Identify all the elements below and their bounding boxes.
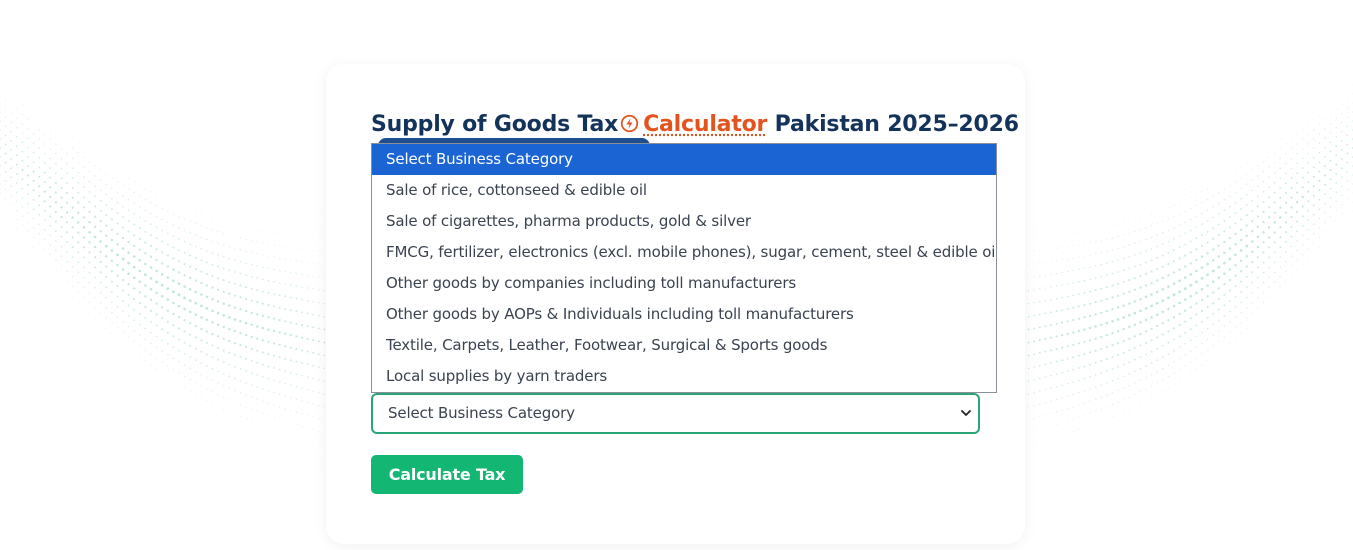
dropdown-option[interactable]: Textile, Carpets, Leather, Footwear, Sur… bbox=[372, 330, 996, 361]
dropdown-option[interactable]: Other goods by AOPs & Individuals includ… bbox=[372, 299, 996, 330]
select-value: Select Business Category bbox=[388, 404, 575, 422]
category-dropdown-list[interactable]: Select Business Category Sale of rice, c… bbox=[371, 143, 997, 393]
dropdown-option[interactable]: FMCG, fertilizer, electronics (excl. mob… bbox=[372, 237, 996, 268]
chevron-down-icon bbox=[961, 410, 971, 416]
dropdown-option[interactable]: Sale of rice, cottonseed & edible oil bbox=[372, 175, 996, 206]
title-suffix: Pakistan 2025–2026 bbox=[774, 112, 1019, 137]
page: Supply of Goods Tax Calculator Pakistan 2… bbox=[0, 0, 1353, 550]
page-title: Supply of Goods Tax Calculator Pakistan 2… bbox=[371, 110, 1019, 140]
dropdown-option[interactable]: Select Business Category bbox=[372, 144, 996, 175]
business-category-select[interactable]: Select Business Category bbox=[371, 393, 980, 434]
calculator-link[interactable]: Calculator bbox=[643, 112, 767, 137]
dropdown-option[interactable]: Local supplies by yarn traders bbox=[372, 361, 996, 392]
bolt-circle-icon bbox=[620, 114, 639, 133]
dropdown-option[interactable]: Sale of cigarettes, pharma products, gol… bbox=[372, 206, 996, 237]
dropdown-option[interactable]: Other goods by companies including toll … bbox=[372, 268, 996, 299]
title-text: Supply of Goods Tax bbox=[371, 112, 619, 137]
calculate-tax-button[interactable]: Calculate Tax bbox=[371, 455, 523, 494]
